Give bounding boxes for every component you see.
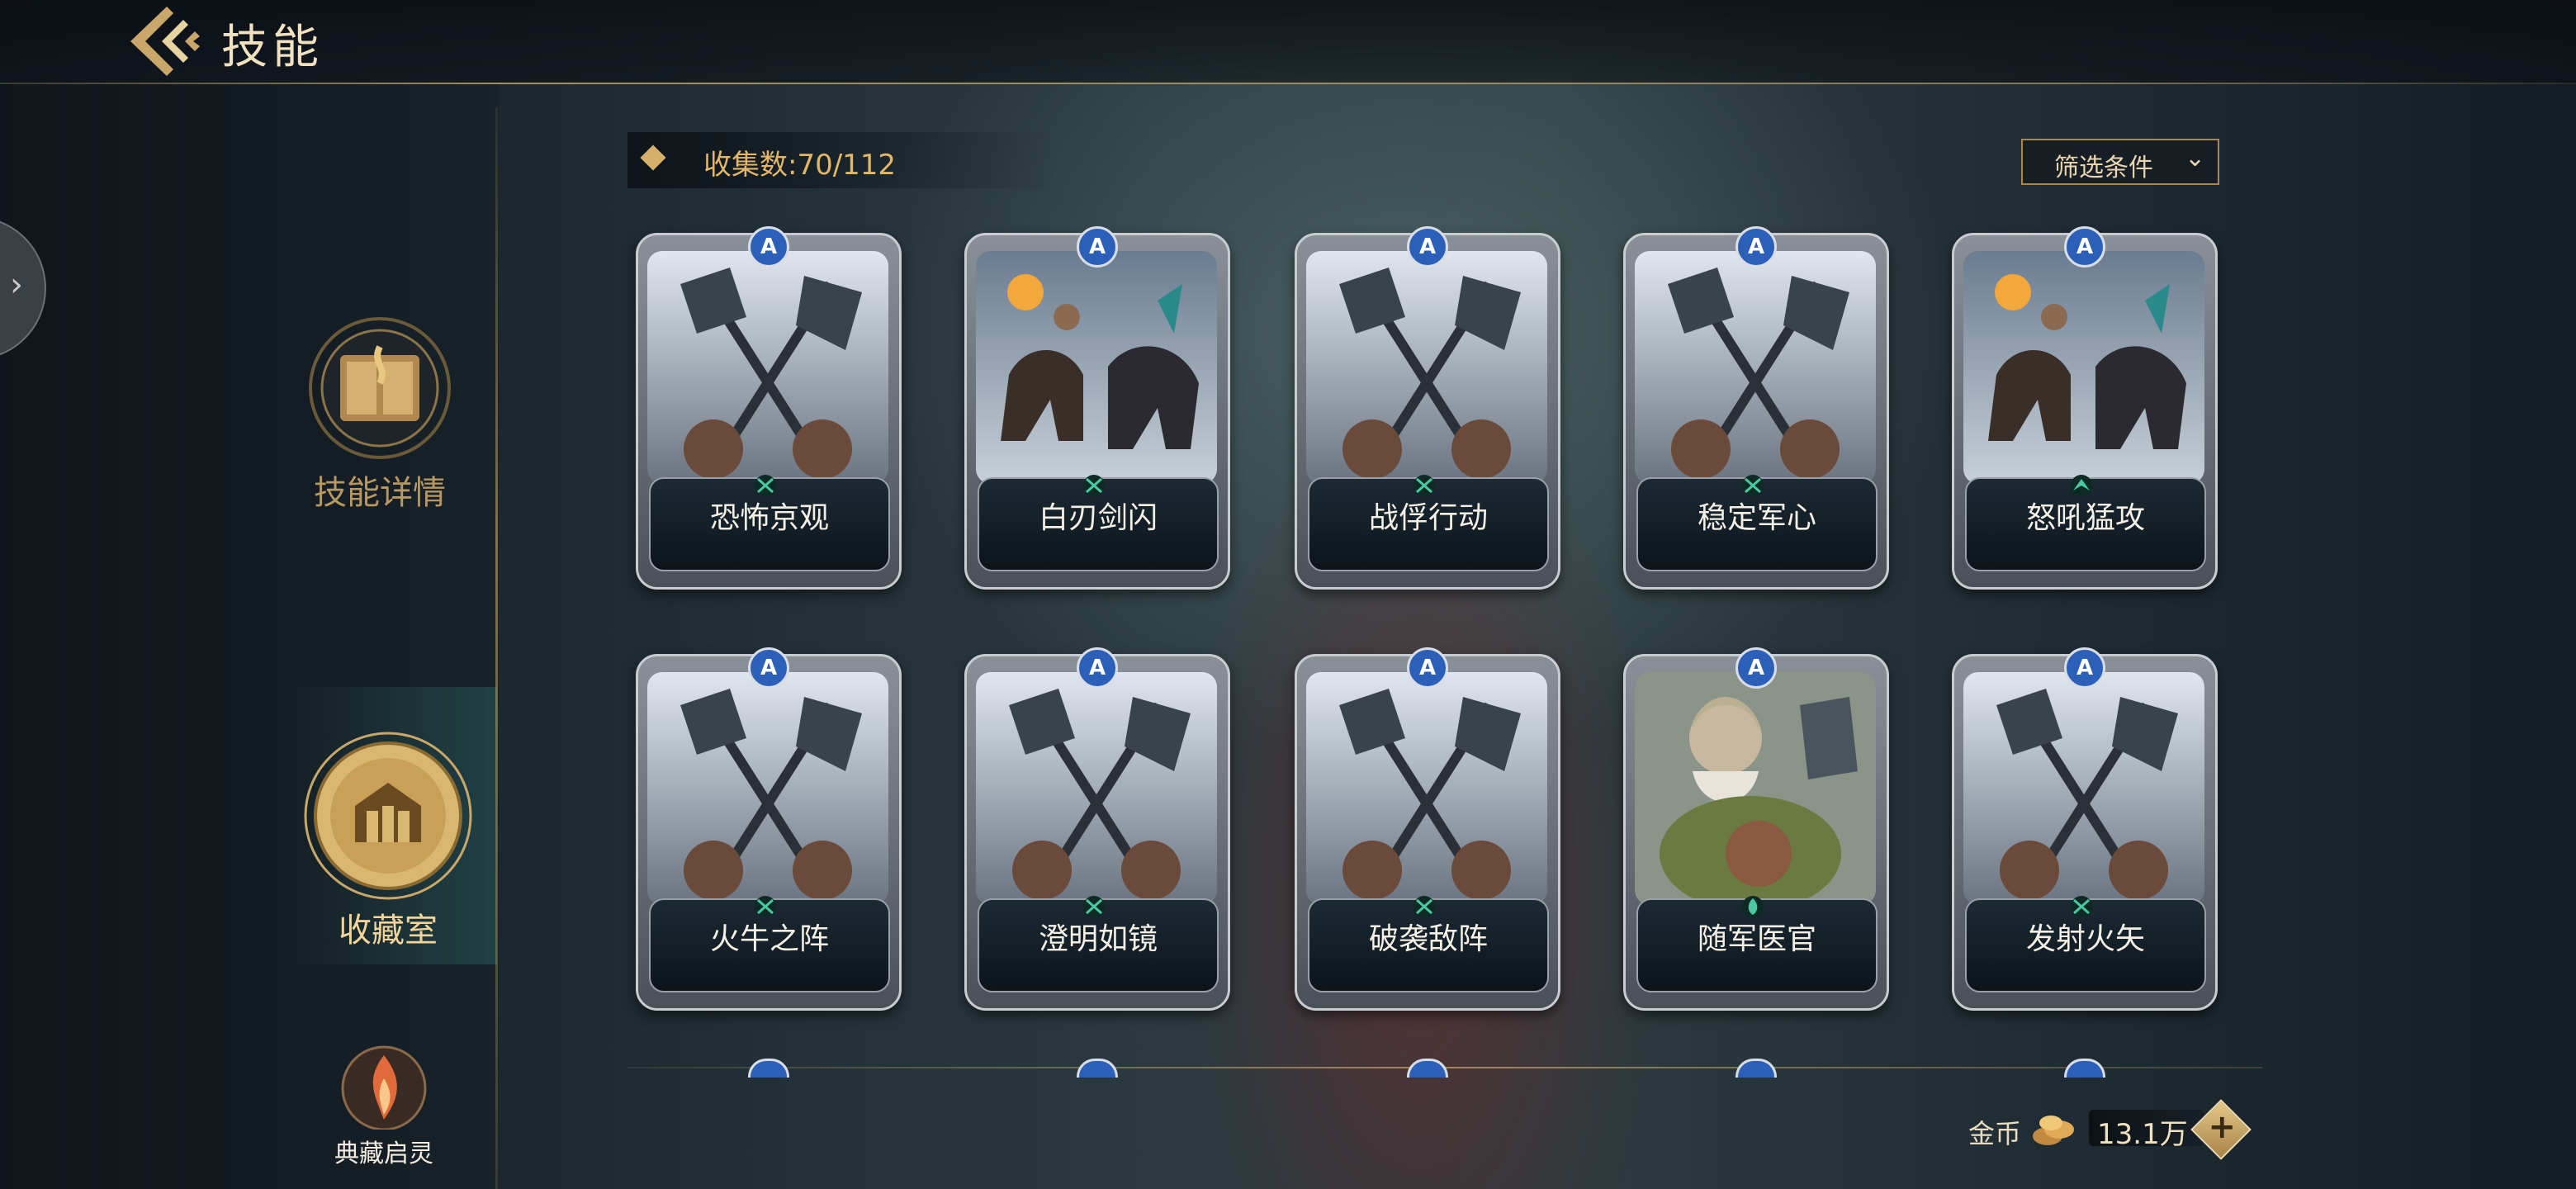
- medic-emblem-icon: [1739, 895, 1767, 918]
- skill-card[interactable]: 破袭敌阵 A: [1295, 647, 1560, 1011]
- filter-label: 筛选条件: [2054, 154, 2153, 182]
- skill-card[interactable]: 澄明如镜 A: [964, 647, 1230, 1011]
- crossed-weapons-icon: [1080, 474, 1108, 497]
- rank-badge: A: [1077, 647, 1118, 689]
- filter-dropdown[interactable]: 筛选条件 ⌄: [2021, 139, 2219, 185]
- card-artwork: [976, 672, 1217, 905]
- chevron-down-icon: ⌄: [2185, 144, 2206, 173]
- rank-badge: [1077, 1059, 1118, 1078]
- skill-card[interactable]: 白刃剑闪 A: [964, 226, 1230, 590]
- card-artwork: [647, 672, 888, 905]
- top-bar: [0, 0, 2576, 83]
- sidebar-item-skill-details[interactable]: 技能详情: [297, 314, 462, 512]
- gold-coins-icon: [2033, 1116, 2074, 1145]
- rank-badge: [1735, 1059, 1777, 1078]
- rank-badge: A: [1407, 226, 1448, 268]
- card-artwork: [1635, 672, 1876, 905]
- crossed-weapons-icon: [2067, 895, 2095, 918]
- collection-count-text: 收集数:70/112: [703, 149, 897, 182]
- chevron-emblem-icon: [2067, 474, 2095, 497]
- card-artwork: [1306, 672, 1547, 905]
- rank-badge: [2064, 1059, 2105, 1078]
- card-name: 战俘行动: [1368, 501, 1488, 535]
- diamond-icon: [640, 144, 666, 171]
- add-currency-button[interactable]: +: [2190, 1099, 2252, 1160]
- flame-spirit-icon: [341, 1045, 427, 1131]
- back-arrow-icon: [130, 7, 200, 76]
- card-name: 恐怖京观: [709, 501, 829, 535]
- crossed-weapons-icon: [1739, 474, 1767, 497]
- card-name: 怒吼猛攻: [2025, 501, 2145, 535]
- sidebar-item-collection[interactable]: 收藏室: [281, 727, 495, 950]
- skill-card[interactable]: 怒吼猛攻 A: [1952, 226, 2218, 590]
- card-artwork: [1635, 251, 1876, 484]
- sidebar: [0, 84, 499, 1189]
- currency-label: 金币: [1968, 1118, 2022, 1149]
- skill-card[interactable]: 发射火矢 A: [1952, 647, 2218, 1011]
- gold-currency: 金币 13.1万 +: [1965, 1099, 2262, 1160]
- rank-badge: A: [748, 226, 789, 268]
- sidebar-item-label: 技能详情: [314, 474, 446, 512]
- crossed-weapons-icon: [1080, 895, 1108, 918]
- skill-card[interactable]: 战俘行动 A: [1295, 226, 1560, 590]
- card-name: 稳定军心: [1697, 501, 1816, 535]
- crossed-weapons-icon: [751, 895, 779, 918]
- card-name: 破袭敌阵: [1368, 922, 1488, 956]
- sidebar-item-label: 收藏室: [339, 912, 438, 950]
- skill-card[interactable]: 随军医官 A: [1623, 647, 1889, 1011]
- collection-hall-icon: [304, 732, 472, 900]
- skill-card[interactable]: 火牛之阵 A: [636, 647, 902, 1011]
- card-name: 发射火矢: [2025, 922, 2145, 956]
- card-artwork: [647, 251, 888, 484]
- card-name: 火牛之阵: [709, 922, 829, 956]
- card-artwork: [976, 251, 1217, 484]
- collection-counter: 收集数:70/112: [627, 132, 1057, 188]
- currency-value-box: 13.1万: [2089, 1110, 2204, 1151]
- plus-icon: +: [2208, 1108, 2237, 1147]
- sidebar-item-label: 典藏启灵: [334, 1139, 433, 1168]
- rank-badge: A: [2064, 647, 2105, 689]
- skill-card[interactable]: 稳定军心 A: [1623, 226, 1889, 590]
- page-title: 技能: [221, 21, 324, 74]
- chevron-right-icon: ›: [10, 266, 23, 304]
- rank-badge: [1407, 1059, 1448, 1078]
- sidebar-divider: [495, 107, 498, 1189]
- rank-badge: A: [748, 647, 789, 689]
- card-name: 澄明如镜: [1038, 922, 1158, 956]
- card-artwork: [1306, 251, 1547, 484]
- rank-badge: A: [2064, 226, 2105, 268]
- crossed-weapons-icon: [1410, 895, 1438, 918]
- rank-badge: A: [1077, 226, 1118, 268]
- card-name: 随军医官: [1697, 922, 1816, 956]
- card-name: 白刃剑闪: [1038, 501, 1158, 535]
- rank-badge: A: [1735, 647, 1777, 689]
- crossed-weapons-icon: [751, 474, 779, 497]
- rank-badge: A: [1407, 647, 1448, 689]
- rank-badge: [748, 1059, 789, 1078]
- card-artwork: [1963, 251, 2204, 484]
- rank-badge: A: [1735, 226, 1777, 268]
- skill-book-icon: [309, 317, 451, 459]
- currency-value: 13.1万: [2097, 1118, 2188, 1151]
- skill-card[interactable]: 恐怖京观 A: [636, 226, 902, 590]
- back-button[interactable]: [124, 3, 206, 79]
- crossed-weapons-icon: [1410, 474, 1438, 497]
- card-artwork: [1963, 672, 2204, 905]
- sidebar-item-spirit[interactable]: 典藏启灵: [314, 1042, 454, 1168]
